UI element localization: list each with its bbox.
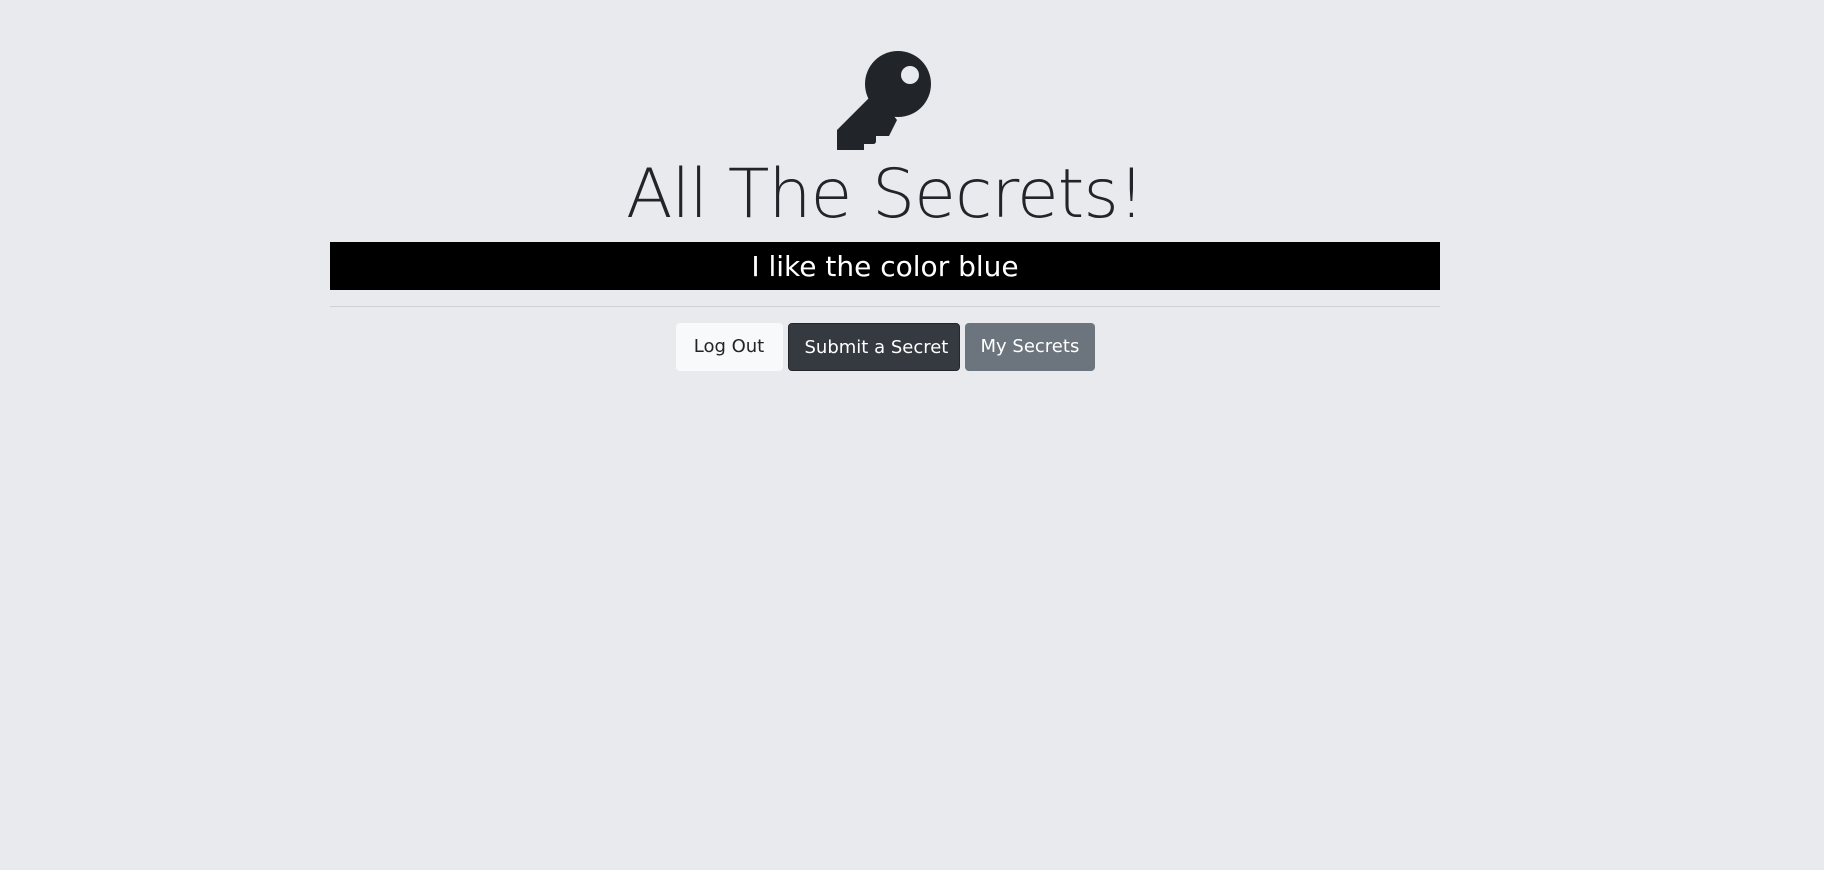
page-title: All The Secrets! (625, 155, 1145, 234)
my-secrets-button[interactable]: My Secrets (964, 323, 1095, 371)
divider (330, 306, 1440, 307)
action-buttons: Log Out Submit a Secret My Secrets (330, 323, 1440, 371)
submit-secret-button[interactable]: Submit a Secret (787, 323, 960, 371)
logout-button[interactable]: Log Out (675, 323, 783, 371)
secret-text: I like the color blue (330, 242, 1440, 290)
page: All The Secrets! I like the color blue L… (0, 0, 1824, 870)
key-icon (835, 50, 935, 150)
